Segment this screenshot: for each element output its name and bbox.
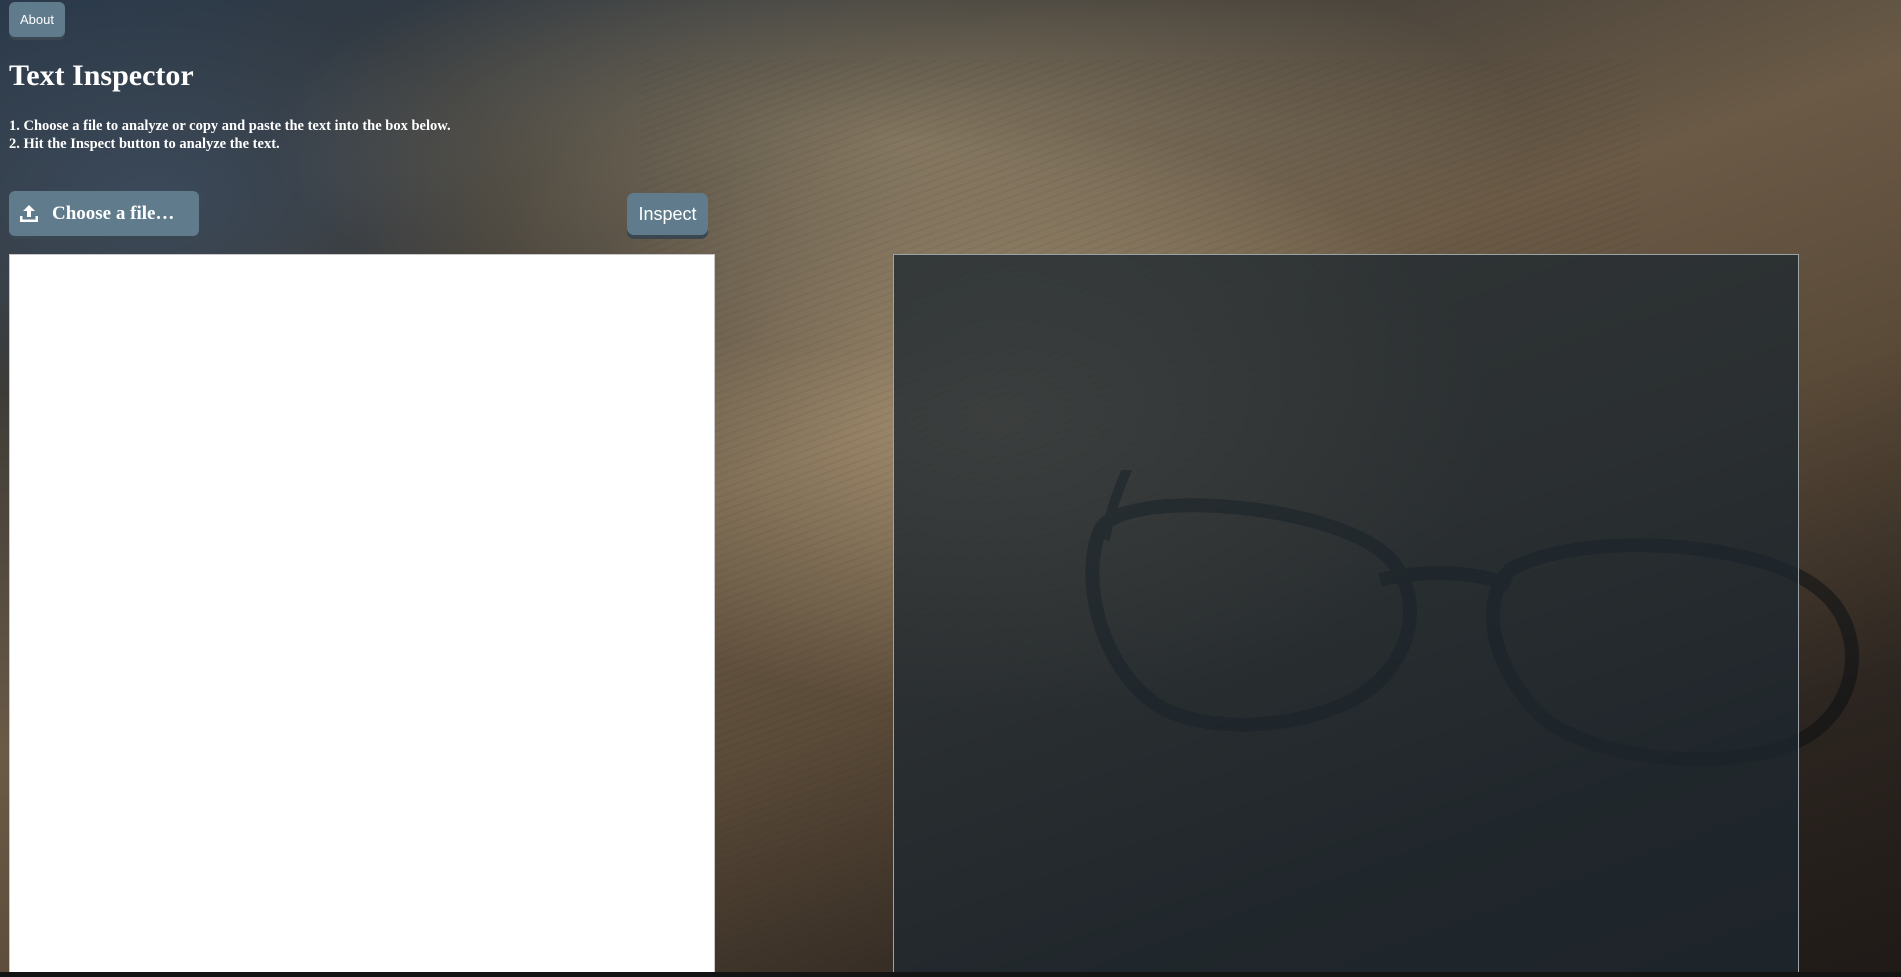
- text-input-area[interactable]: [9, 254, 715, 973]
- results-panel: [893, 254, 1799, 973]
- upload-icon: [20, 204, 38, 222]
- inspect-button[interactable]: Inspect: [627, 193, 708, 235]
- bottom-edge: [0, 972, 1901, 977]
- choose-file-button[interactable]: Choose a file…: [9, 191, 199, 236]
- choose-file-label: Choose a file…: [52, 202, 175, 224]
- instruction-step-1: 1. Choose a file to analyze or copy and …: [9, 118, 451, 134]
- page-title: Text Inspector: [9, 59, 194, 92]
- about-button[interactable]: About: [9, 2, 65, 37]
- instructions: 1. Choose a file to analyze or copy and …: [9, 117, 451, 153]
- instruction-step-2: 2. Hit the Inspect button to analyze the…: [9, 136, 280, 152]
